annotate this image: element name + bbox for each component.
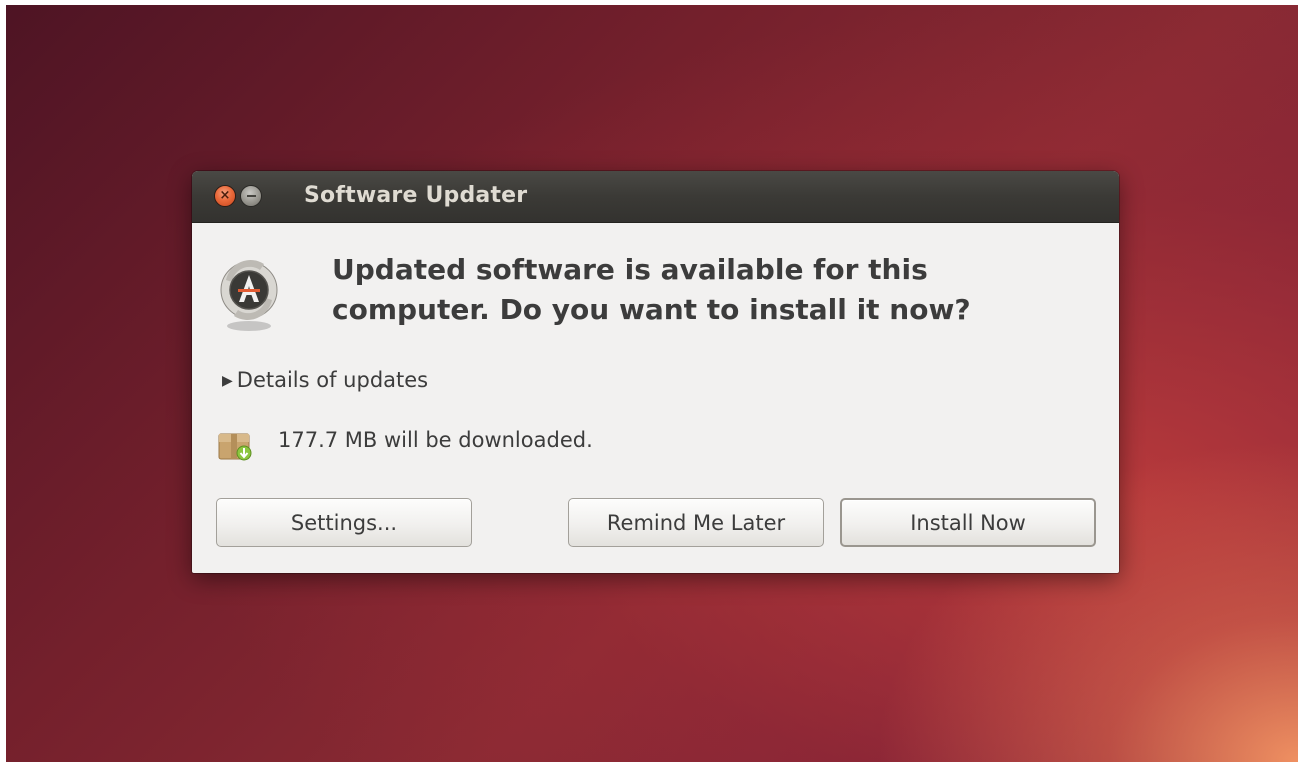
details-label: Details of updates xyxy=(236,368,429,392)
settings-button[interactable]: Settings... xyxy=(216,498,472,547)
install-now-button[interactable]: Install Now xyxy=(840,498,1096,547)
window-title: Software Updater xyxy=(304,183,528,208)
package-icon xyxy=(218,433,252,461)
software-updater-icon xyxy=(220,260,278,331)
software-updater-window: × Software Updater Updated software is a… xyxy=(192,171,1119,573)
download-size-text: 177.7 MB will be downloaded. xyxy=(278,428,593,452)
close-icon[interactable]: × xyxy=(214,185,236,207)
details-expander[interactable]: ▶ Details of updates xyxy=(222,368,428,392)
remind-me-later-button[interactable]: Remind Me Later xyxy=(568,498,824,547)
title-bar[interactable]: × Software Updater xyxy=(192,171,1119,223)
minimize-icon[interactable] xyxy=(240,185,262,207)
expander-arrow-icon: ▶ xyxy=(222,373,233,389)
update-headline: Updated software is available for this c… xyxy=(332,253,971,326)
